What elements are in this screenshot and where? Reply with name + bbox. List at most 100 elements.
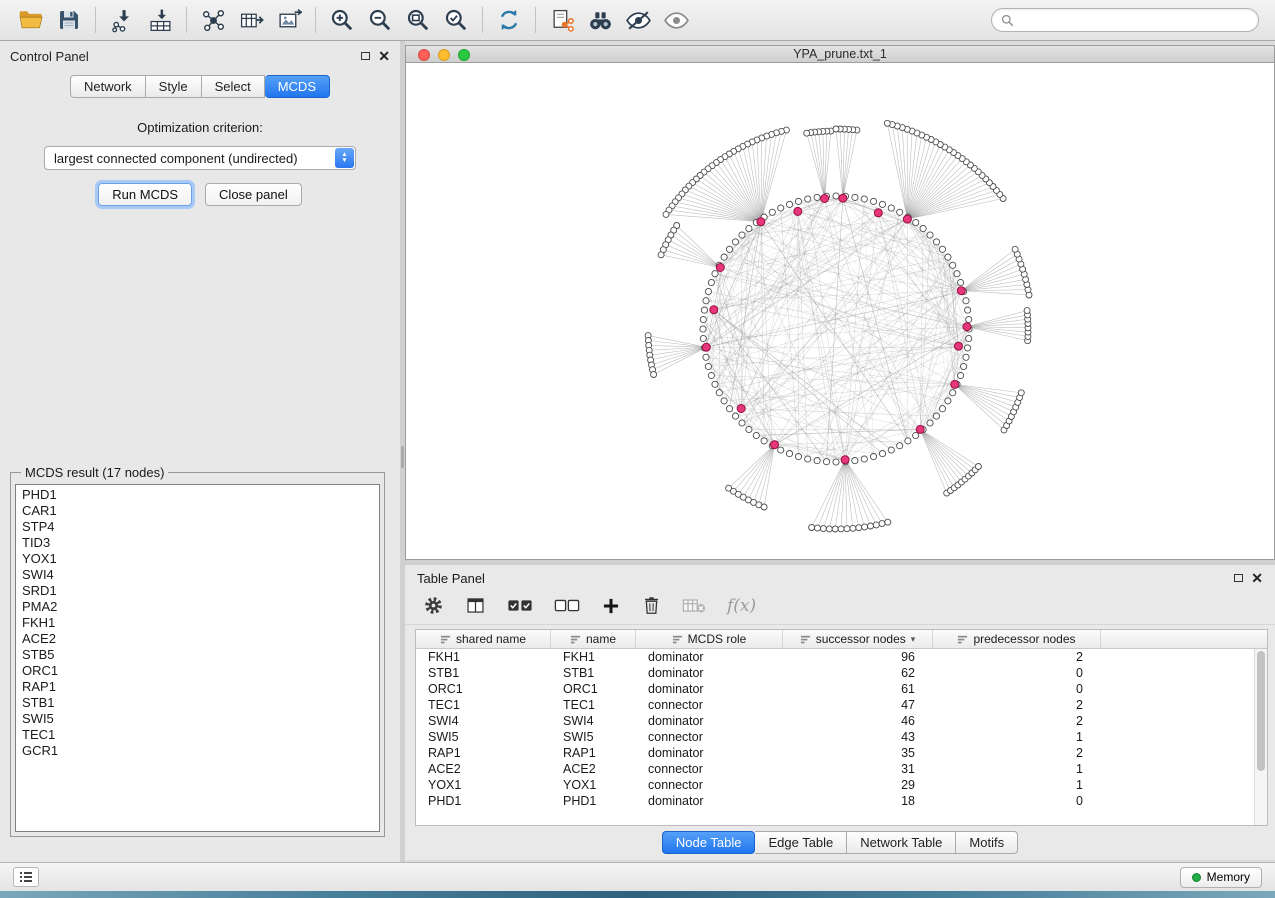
import-table-button[interactable] bbox=[141, 4, 179, 36]
plus-icon bbox=[601, 596, 621, 616]
mcds-result-title: MCDS result (17 nodes) bbox=[21, 465, 168, 480]
tab-style[interactable]: Style bbox=[146, 75, 202, 98]
close-panel-icon[interactable]: ✕ bbox=[378, 51, 390, 61]
zoom-selected-button[interactable] bbox=[437, 4, 475, 36]
mcds-result-item[interactable]: ORC1 bbox=[22, 663, 379, 679]
import-network-button[interactable] bbox=[103, 4, 141, 36]
add-column-button[interactable] bbox=[601, 593, 621, 619]
mcds-result-item[interactable]: SWI4 bbox=[22, 567, 379, 583]
cell-mcds-role: connector bbox=[636, 730, 783, 744]
float-panel-icon[interactable] bbox=[361, 52, 370, 60]
table-row[interactable]: TEC1 TEC1 connector 47 2 bbox=[416, 697, 1254, 713]
hide-selected-button[interactable] bbox=[619, 4, 657, 36]
mcds-result-item[interactable]: CAR1 bbox=[22, 503, 379, 519]
export-table-icon bbox=[239, 8, 264, 33]
search-box[interactable] bbox=[991, 8, 1259, 32]
tab-mcds[interactable]: MCDS bbox=[265, 75, 330, 98]
new-network-button[interactable] bbox=[194, 4, 232, 36]
cell-shared-name: RAP1 bbox=[416, 746, 551, 760]
show-all-button[interactable] bbox=[657, 4, 695, 36]
mcds-result-list[interactable]: PHD1CAR1STP4TID3YOX1SWI4SRD1PMA2FKH1ACE2… bbox=[15, 484, 380, 832]
status-bar: Memory bbox=[0, 862, 1275, 891]
scrollbar-thumb[interactable] bbox=[1257, 651, 1265, 771]
network-canvas[interactable] bbox=[405, 63, 1275, 560]
mcds-result-item[interactable]: TID3 bbox=[22, 535, 379, 551]
show-columns-button[interactable] bbox=[465, 593, 486, 619]
table-row[interactable]: STB1 STB1 dominator 62 0 bbox=[416, 665, 1254, 681]
mcds-result-item[interactable]: PHD1 bbox=[22, 487, 379, 503]
delete-table-button[interactable] bbox=[682, 593, 706, 619]
show-panels-button[interactable] bbox=[13, 867, 39, 887]
main-toolbar bbox=[0, 0, 1275, 41]
node-table: shared name name MCDS role successor nod… bbox=[415, 629, 1268, 826]
app-window: Control Panel ✕ Network Style Select MCD… bbox=[0, 0, 1275, 898]
column-header-name[interactable]: name bbox=[551, 630, 636, 648]
tab-motifs[interactable]: Motifs bbox=[956, 831, 1018, 854]
column-header-shared-name[interactable]: shared name bbox=[416, 630, 551, 648]
network-title: YPA_prune.txt_1 bbox=[793, 47, 887, 61]
clone-network-button[interactable] bbox=[543, 4, 581, 36]
criterion-select[interactable]: largest connected component (undirected)… bbox=[44, 146, 356, 170]
search-icon bbox=[1001, 14, 1014, 27]
cell-successor-nodes: 29 bbox=[783, 778, 933, 792]
table-row[interactable]: SWI5 SWI5 connector 43 1 bbox=[416, 729, 1254, 745]
save-session-button[interactable] bbox=[50, 4, 88, 36]
float-table-panel-icon[interactable] bbox=[1234, 574, 1243, 582]
close-window-icon[interactable] bbox=[418, 49, 430, 61]
mcds-result-item[interactable]: TEC1 bbox=[22, 727, 379, 743]
table-row[interactable]: PHD1 PHD1 dominator 18 0 bbox=[416, 793, 1254, 809]
mcds-result-item[interactable]: SWI5 bbox=[22, 711, 379, 727]
tab-select[interactable]: Select bbox=[202, 75, 265, 98]
run-mcds-button[interactable]: Run MCDS bbox=[98, 183, 192, 206]
tab-node-table[interactable]: Node Table bbox=[662, 831, 756, 854]
cell-name: ORC1 bbox=[551, 682, 636, 696]
memory-button[interactable]: Memory bbox=[1180, 867, 1262, 888]
table-row[interactable]: ACE2 ACE2 connector 31 1 bbox=[416, 761, 1254, 777]
mcds-result-item[interactable]: GCR1 bbox=[22, 743, 379, 759]
find-button[interactable] bbox=[581, 4, 619, 36]
select-all-rows-button[interactable] bbox=[507, 593, 533, 619]
table-row[interactable]: SWI4 SWI4 dominator 46 2 bbox=[416, 713, 1254, 729]
mcds-result-item[interactable]: ACE2 bbox=[22, 631, 379, 647]
zoom-in-button[interactable] bbox=[323, 4, 361, 36]
tab-edge-table[interactable]: Edge Table bbox=[755, 831, 847, 854]
function-builder-button[interactable]: f(x) bbox=[727, 593, 756, 619]
table-row[interactable]: FKH1 FKH1 dominator 96 2 bbox=[416, 649, 1254, 665]
optimization-criterion-label: Optimization criterion: bbox=[0, 120, 400, 135]
apply-layout-button[interactable] bbox=[490, 4, 528, 36]
maximize-window-icon[interactable] bbox=[458, 49, 470, 61]
export-image-button[interactable] bbox=[270, 4, 308, 36]
minimize-window-icon[interactable] bbox=[438, 49, 450, 61]
close-panel-button[interactable]: Close panel bbox=[205, 183, 302, 206]
table-toolbar: f(x) bbox=[405, 587, 1275, 625]
mcds-result-item[interactable]: FKH1 bbox=[22, 615, 379, 631]
mcds-result-item[interactable]: STB5 bbox=[22, 647, 379, 663]
column-header-successor-nodes[interactable]: successor nodes ▾ bbox=[783, 630, 933, 648]
mcds-result-item[interactable]: YOX1 bbox=[22, 551, 379, 567]
table-settings-button[interactable] bbox=[423, 593, 444, 619]
column-label: predecessor nodes bbox=[973, 632, 1075, 646]
column-header-predecessor-nodes[interactable]: predecessor nodes bbox=[933, 630, 1101, 648]
node-table-body[interactable]: FKH1 FKH1 dominator 96 2 STB1 STB1 domin… bbox=[416, 649, 1254, 825]
mcds-result-item[interactable]: PMA2 bbox=[22, 599, 379, 615]
tab-network[interactable]: Network bbox=[70, 75, 146, 98]
table-scrollbar[interactable] bbox=[1254, 649, 1267, 825]
table-row[interactable]: ORC1 ORC1 dominator 61 0 bbox=[416, 681, 1254, 697]
open-session-button[interactable] bbox=[12, 4, 50, 36]
mcds-result-item[interactable]: SRD1 bbox=[22, 583, 379, 599]
close-table-panel-icon[interactable]: ✕ bbox=[1251, 573, 1263, 583]
network-titlebar[interactable]: YPA_prune.txt_1 bbox=[405, 45, 1275, 63]
deselect-all-rows-button[interactable] bbox=[554, 593, 580, 619]
mcds-result-item[interactable]: STP4 bbox=[22, 519, 379, 535]
zoom-fit-button[interactable] bbox=[399, 4, 437, 36]
delete-column-button[interactable] bbox=[642, 593, 661, 619]
table-row[interactable]: RAP1 RAP1 dominator 35 2 bbox=[416, 745, 1254, 761]
zoom-out-button[interactable] bbox=[361, 4, 399, 36]
column-header-mcds-role[interactable]: MCDS role bbox=[636, 630, 783, 648]
search-input[interactable] bbox=[1019, 13, 1249, 27]
tab-network-table[interactable]: Network Table bbox=[847, 831, 956, 854]
export-table-button[interactable] bbox=[232, 4, 270, 36]
mcds-result-item[interactable]: RAP1 bbox=[22, 679, 379, 695]
mcds-result-item[interactable]: STB1 bbox=[22, 695, 379, 711]
table-row[interactable]: YOX1 YOX1 connector 29 1 bbox=[416, 777, 1254, 793]
